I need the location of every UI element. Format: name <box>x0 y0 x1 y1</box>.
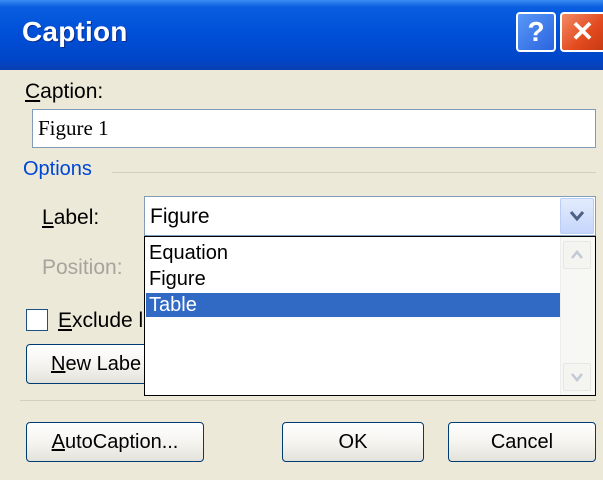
autocaption-button[interactable]: AutoCaption... <box>26 422 204 462</box>
new-label-text: ew Labe <box>65 353 142 375</box>
caption-dialog: Caption ? ✕ Caption: Figure 1 Options La… <box>0 0 603 480</box>
autocaption-mnemonic: A <box>51 431 65 453</box>
help-button[interactable]: ? <box>516 12 556 52</box>
dropdown-item-equation[interactable]: Equation <box>146 241 560 265</box>
dialog-title: Caption <box>22 16 128 47</box>
ok-button[interactable]: OK <box>282 422 424 462</box>
close-button[interactable]: ✕ <box>560 12 603 52</box>
label-label-mnemonic: L <box>42 206 54 229</box>
bottom-separator <box>20 400 596 401</box>
new-label-mnemonic: N <box>51 353 66 375</box>
label-select[interactable]: Figure <box>144 196 596 236</box>
scroll-down-icon <box>571 373 583 382</box>
options-group-divider <box>112 172 596 173</box>
close-icon: ✕ <box>570 16 595 47</box>
label-select-dropdown-button[interactable] <box>560 198 594 234</box>
caption-input[interactable]: Figure 1 <box>32 109 596 148</box>
chevron-down-icon <box>569 211 585 222</box>
scroll-up-button[interactable] <box>563 241 591 269</box>
exclude-label-text: Exclude l <box>58 309 143 333</box>
dropdown-scrollbar[interactable] <box>560 237 595 395</box>
caption-label-mnemonic: C <box>25 80 41 103</box>
caption-field-label: Caption: <box>25 80 103 104</box>
label-select-value: Figure <box>150 205 210 228</box>
caption-label-text: aption: <box>40 80 104 103</box>
options-group-title: Options <box>23 158 92 180</box>
exclude-mnemonic: E <box>58 309 73 332</box>
dropdown-item-table[interactable]: Table <box>146 293 560 317</box>
caption-input-value: Figure 1 <box>38 116 109 140</box>
label-field-label: Label: <box>42 206 99 230</box>
exclude-rest: xclude l <box>72 309 144 332</box>
title-bar: Caption ? ✕ <box>0 0 603 70</box>
scroll-up-icon <box>571 250 583 259</box>
exclude-label-checkbox[interactable] <box>26 309 48 331</box>
help-icon: ? <box>527 16 545 47</box>
label-label-text: abel: <box>53 206 100 229</box>
autocaption-text: utoCaption... <box>64 431 179 453</box>
scroll-down-button[interactable] <box>563 363 591 391</box>
dropdown-item-figure[interactable]: Figure <box>146 267 560 291</box>
label-dropdown-list: Equation Figure Table <box>144 236 596 396</box>
cancel-button[interactable]: Cancel <box>448 422 596 462</box>
position-label: Position: <box>42 256 123 279</box>
